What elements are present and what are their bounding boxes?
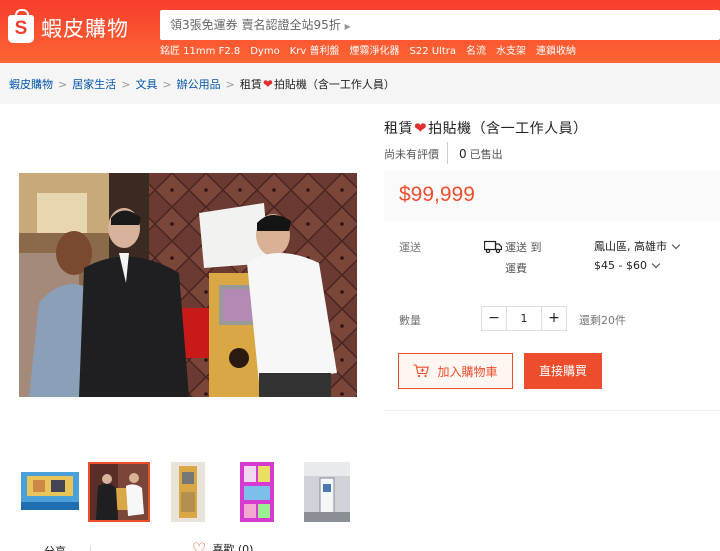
hotword-link[interactable]: 連鎖收納 — [536, 44, 576, 60]
hotword-link[interactable]: Krv 普利盤 — [290, 44, 340, 60]
chevron-right-icon: > — [58, 77, 68, 91]
heart-outline-icon: ♡ — [192, 539, 207, 551]
photo-booth-scene-image — [19, 173, 357, 397]
divider — [90, 545, 91, 551]
hotword-link[interactable]: 銘匠 11mm F2.8 — [160, 44, 240, 60]
logo-letter: S — [14, 18, 28, 39]
divider — [447, 142, 448, 164]
thumbnail-image — [304, 462, 350, 522]
thumbnail-strip — [19, 462, 357, 522]
chevron-down-icon — [671, 240, 681, 249]
thumbnail-2-active[interactable] — [88, 462, 150, 522]
hotword-link[interactable]: 水支架 — [496, 44, 526, 60]
favorite-label: 喜歡 (0) — [212, 543, 254, 551]
product-title-post: 拍貼機（含一工作人員） — [428, 121, 588, 137]
thumbnail-3[interactable] — [171, 462, 205, 522]
heart-icon: ❤ — [414, 119, 428, 137]
search-placeholder: 領3張免運券 賣名認證全站95折 — [170, 18, 341, 32]
product-price: $99,999 — [399, 183, 475, 206]
thumbnail-5[interactable] — [304, 462, 350, 522]
shipping-label: 運送 — [399, 241, 421, 254]
quantity-input[interactable]: 1 — [506, 307, 542, 330]
truck-icon — [484, 240, 502, 253]
quantity-label: 數量 — [399, 314, 421, 327]
stock-remaining: 還剩20件 — [579, 314, 626, 327]
shipping-location-select[interactable]: 鳳山區, 高雄市 — [594, 238, 681, 254]
chevron-right-icon: > — [225, 77, 235, 91]
thumbnail-image — [19, 462, 81, 522]
breadcrumb: 蝦皮購物 > 居家生活 > 文具 > 辦公用品 > 租賃 ❤ 拍貼機（含一工作人員） — [9, 76, 395, 92]
thumbnail-1[interactable] — [19, 462, 81, 522]
hotword-link[interactable]: 煙霧淨化器 — [349, 44, 399, 60]
favorite-button[interactable]: ♡ 喜歡 (0) — [192, 541, 253, 551]
hotword-link[interactable]: Dymo — [250, 44, 279, 60]
ship-to-label: 運送 到 — [505, 241, 542, 254]
rating-text: 尚未有評價 — [384, 148, 439, 161]
breadcrumb-link[interactable]: 居家生活 — [72, 76, 116, 92]
breadcrumb-current: 租賃 ❤ 拍貼機（含一工作人員） — [240, 76, 395, 92]
thumbnail-image — [240, 462, 274, 522]
thumbnail-image — [90, 464, 148, 520]
add-to-cart-button[interactable]: 加入購物車 — [398, 353, 513, 389]
buy-now-button[interactable]: 直接購買 — [524, 353, 602, 389]
add-to-cart-label: 加入購物車 — [437, 364, 498, 379]
hotword-list: 銘匠 11mm F2.8 Dymo Krv 普利盤 煙霧淨化器 S22 Ultr… — [160, 44, 576, 60]
thumbnail-image — [171, 462, 205, 522]
play-arrow-icon: ▶ — [344, 22, 351, 31]
hotword-link[interactable]: 名流 — [466, 44, 486, 60]
search-bar[interactable]: 領3張免運券 賣名認證全站95折 ▶ — [160, 10, 720, 40]
shopee-logo-icon[interactable]: S — [8, 9, 34, 43]
top-header: S 蝦皮購物 領3張免運券 賣名認證全站95折 ▶ 銘匠 11mm F2.8 D… — [0, 0, 720, 63]
shipping-fee-label: 運費 — [505, 262, 527, 275]
breadcrumb-link[interactable]: 辦公用品 — [177, 76, 221, 92]
hotword-link[interactable]: S22 Ultra — [409, 44, 456, 60]
breadcrumb-current-pre: 租賃 — [239, 78, 262, 91]
chevron-right-icon: > — [162, 77, 172, 91]
breadcrumb-current-post: 拍貼機（含一工作人員） — [273, 78, 395, 91]
shipping-cost-select[interactable]: $45 - $60 — [594, 259, 661, 272]
shipping-location: 鳳山區, 高雄市 — [594, 240, 667, 253]
sold-label: 已售出 — [469, 148, 503, 161]
price-box: $99,999 — [384, 171, 720, 221]
sold-number: 0 — [459, 147, 467, 161]
logo-text[interactable]: 蝦皮購物 — [41, 14, 129, 44]
product-main-image[interactable] — [19, 173, 357, 397]
product-title: 租賃 ❤ 拍貼機（含一工作人員） — [384, 118, 588, 138]
search-input[interactable]: 領3張免運券 賣名認證全站95折 ▶ — [170, 10, 351, 42]
breadcrumb-link[interactable]: 文具 — [135, 76, 157, 92]
breadcrumb-link[interactable]: 蝦皮購物 — [9, 76, 53, 92]
increment-button[interactable]: + — [542, 307, 566, 330]
chevron-right-icon: > — [121, 77, 131, 91]
shipping-cost: $45 - $60 — [594, 259, 647, 272]
product-title-pre: 租賃 — [384, 121, 413, 137]
decrement-button[interactable]: − — [482, 307, 506, 330]
heart-icon: ❤ — [262, 77, 273, 91]
cart-plus-icon — [413, 364, 430, 378]
thumbnail-4[interactable] — [240, 462, 274, 522]
divider — [384, 410, 720, 411]
sold-count: 0 已售出 — [459, 146, 503, 162]
quantity-stepper: − 1 + — [481, 306, 567, 331]
share-label[interactable]: 分享 — [44, 543, 66, 551]
chevron-down-icon — [651, 259, 661, 269]
